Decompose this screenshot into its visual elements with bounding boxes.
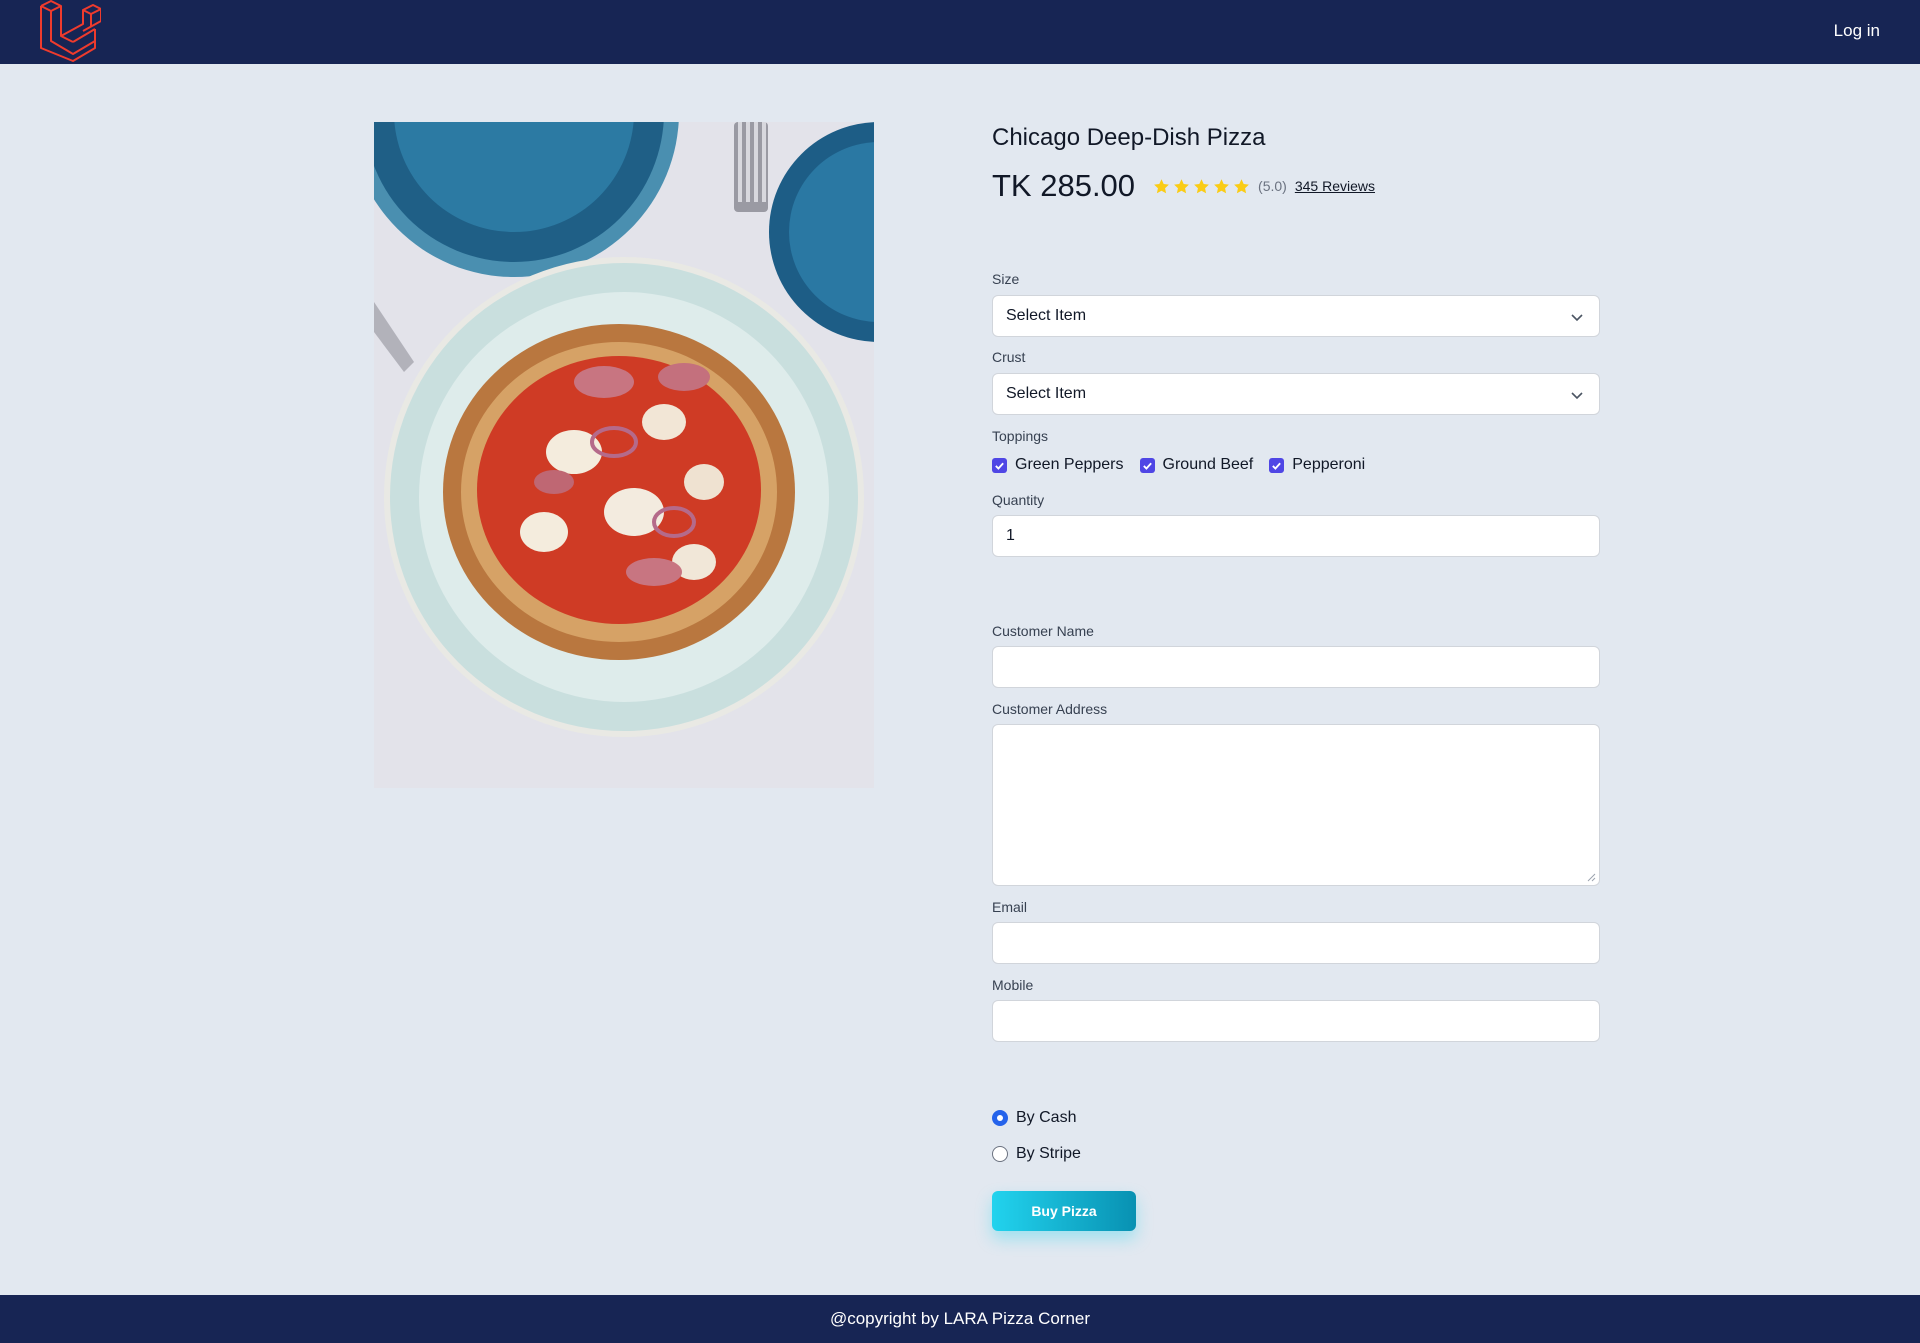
chevron-down-icon bbox=[1571, 314, 1583, 322]
topping-green-peppers[interactable]: Green Peppers bbox=[992, 456, 1124, 474]
crust-label: Crust bbox=[992, 349, 1026, 365]
star-icon bbox=[1214, 178, 1229, 193]
footer: @copyright by LARA Pizza Corner bbox=[0, 1295, 1920, 1343]
size-select-value: Select Item bbox=[1006, 307, 1087, 324]
crust-select[interactable]: Select Item bbox=[992, 373, 1600, 415]
rating-stars bbox=[1153, 178, 1250, 195]
rating-value: (5.0) bbox=[1258, 178, 1287, 194]
quantity-value: 1 bbox=[1006, 527, 1015, 544]
payment-by-stripe[interactable]: By Stripe bbox=[992, 1145, 1081, 1163]
radio-by-cash[interactable] bbox=[992, 1110, 1008, 1126]
payment-label: By Cash bbox=[1016, 1109, 1077, 1126]
check-icon[interactable] bbox=[992, 457, 1007, 473]
copyright-text: @copyright by LARA Pizza Corner bbox=[829, 1309, 1091, 1328]
star-icon bbox=[1154, 178, 1169, 193]
topping-label: Green Peppers bbox=[1015, 456, 1124, 473]
size-select[interactable]: Select Item bbox=[992, 295, 1600, 337]
payment-label: By Stripe bbox=[1016, 1145, 1081, 1162]
email-input[interactable] bbox=[992, 922, 1600, 964]
mobile-input[interactable] bbox=[992, 1000, 1600, 1042]
quantity-input[interactable]: 1 bbox=[992, 515, 1600, 557]
topping-label: Ground Beef bbox=[1162, 456, 1254, 473]
quantity-label: Quantity bbox=[992, 492, 1045, 508]
customer-address-textarea[interactable] bbox=[992, 724, 1600, 886]
login-link[interactable]: Log in bbox=[1834, 21, 1880, 41]
mobile-label: Mobile bbox=[992, 977, 1034, 993]
product-details: Chicago Deep-Dish Pizza TK 285.00 (5.0) … bbox=[992, 122, 1600, 204]
topping-ground-beef[interactable]: Ground Beef bbox=[1139, 456, 1254, 474]
topping-pepperoni[interactable]: Pepperoni bbox=[1269, 456, 1365, 474]
product-title: Chicago Deep-Dish Pizza bbox=[992, 124, 1266, 151]
size-label: Size bbox=[992, 271, 1020, 287]
star-icon bbox=[1234, 178, 1249, 193]
buy-pizza-button[interactable]: Buy Pizza bbox=[992, 1191, 1136, 1231]
payment-by-cash[interactable]: By Cash bbox=[992, 1109, 1076, 1127]
chevron-down-icon bbox=[1571, 392, 1583, 400]
customer-name-label: Customer Name bbox=[992, 623, 1094, 639]
pizza-photo bbox=[374, 122, 874, 788]
crust-select-value: Select Item bbox=[1006, 385, 1087, 402]
resize-grip-icon[interactable] bbox=[1587, 873, 1596, 882]
toppings-label: Toppings bbox=[992, 428, 1049, 444]
star-icon bbox=[1194, 178, 1209, 193]
product-price: TK 285.00 bbox=[992, 168, 1136, 203]
star-icon bbox=[1174, 178, 1189, 193]
check-icon[interactable] bbox=[1139, 457, 1155, 473]
email-label: Email bbox=[992, 899, 1028, 915]
radio-by-stripe[interactable] bbox=[992, 1146, 1008, 1162]
toppings-group: Green Peppers Ground Beef Pepperoni bbox=[992, 456, 1365, 474]
laravel-logo[interactable] bbox=[39, 0, 101, 62]
customer-address-label: Customer Address bbox=[992, 701, 1108, 717]
navbar: Log in bbox=[0, 0, 1920, 64]
customer-name-input[interactable] bbox=[992, 646, 1600, 688]
price-row: TK 285.00 (5.0) 345 Reviews bbox=[992, 168, 1600, 204]
check-icon[interactable] bbox=[1269, 457, 1285, 473]
topping-label: Pepperoni bbox=[1292, 456, 1366, 473]
reviews-link[interactable]: 345 Reviews bbox=[1295, 178, 1375, 194]
